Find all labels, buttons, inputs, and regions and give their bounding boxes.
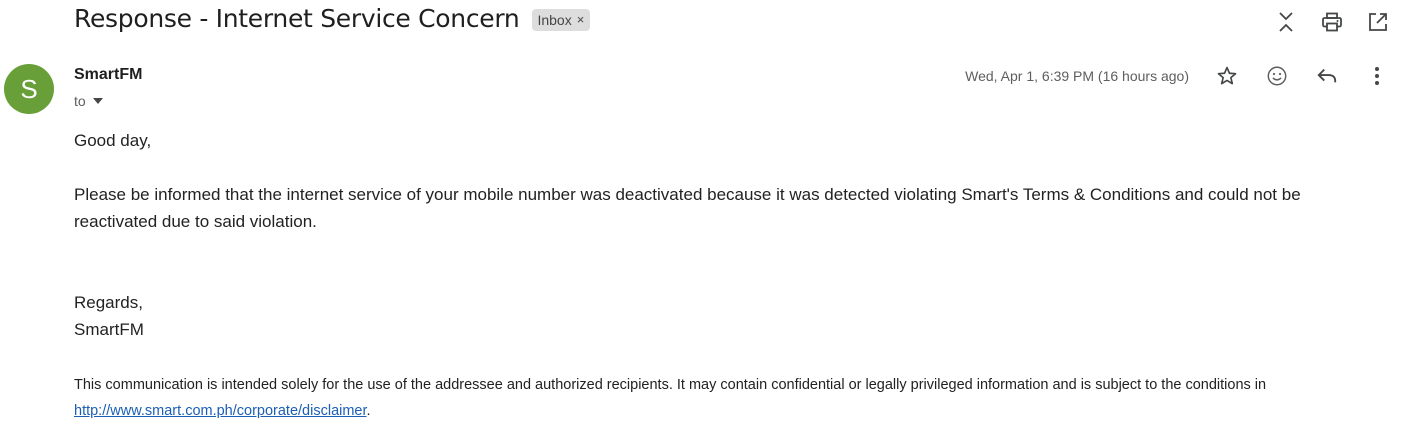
remove-label-icon[interactable]: ×: [577, 12, 585, 27]
collapse-all-icon[interactable]: [1274, 10, 1298, 34]
message-timestamp: Wed, Apr 1, 6:39 PM (16 hours ago): [965, 68, 1189, 84]
sender-avatar[interactable]: S: [4, 64, 54, 114]
body-paragraph: Please be informed that the internet ser…: [74, 185, 1301, 231]
more-options-icon[interactable]: [1365, 64, 1389, 88]
subject-row: Response - Internet Service Concern Inbo…: [74, 4, 591, 33]
email-subject: Response - Internet Service Concern: [74, 4, 520, 33]
thread-actions: [1252, 10, 1390, 34]
inbox-label-chip[interactable]: Inbox ×: [532, 8, 591, 31]
to-label: to: [74, 93, 86, 109]
disclaimer-suffix: .: [366, 403, 371, 419]
disclaimer-link[interactable]: http://www.smart.com.ph/corporate/discla…: [74, 403, 367, 419]
chevron-down-icon[interactable]: [92, 98, 103, 104]
star-icon[interactable]: [1215, 64, 1239, 88]
message-meta: Wed, Apr 1, 6:39 PM (16 hours ago): [965, 64, 1389, 88]
print-icon[interactable]: [1320, 10, 1344, 34]
recipients-toggle[interactable]: to: [74, 93, 103, 109]
message-body: Good day, Please be informed that the in…: [74, 127, 1384, 343]
disclaimer-body: This communication is intended solely fo…: [74, 377, 1267, 393]
reply-icon[interactable]: [1315, 64, 1339, 88]
open-in-new-window-icon[interactable]: [1366, 10, 1390, 34]
label-chip-text: Inbox: [537, 11, 572, 28]
signature-line: SmartFM: [74, 320, 144, 339]
emoji-reaction-icon[interactable]: [1265, 64, 1289, 88]
regards-line: Regards,: [74, 293, 143, 312]
disclaimer-text: This communication is intended solely fo…: [74, 372, 1364, 424]
sender-name[interactable]: SmartFM: [74, 66, 142, 84]
greeting-line: Good day,: [74, 131, 152, 150]
email-view: Response - Internet Service Concern Inbo…: [0, 0, 1406, 445]
